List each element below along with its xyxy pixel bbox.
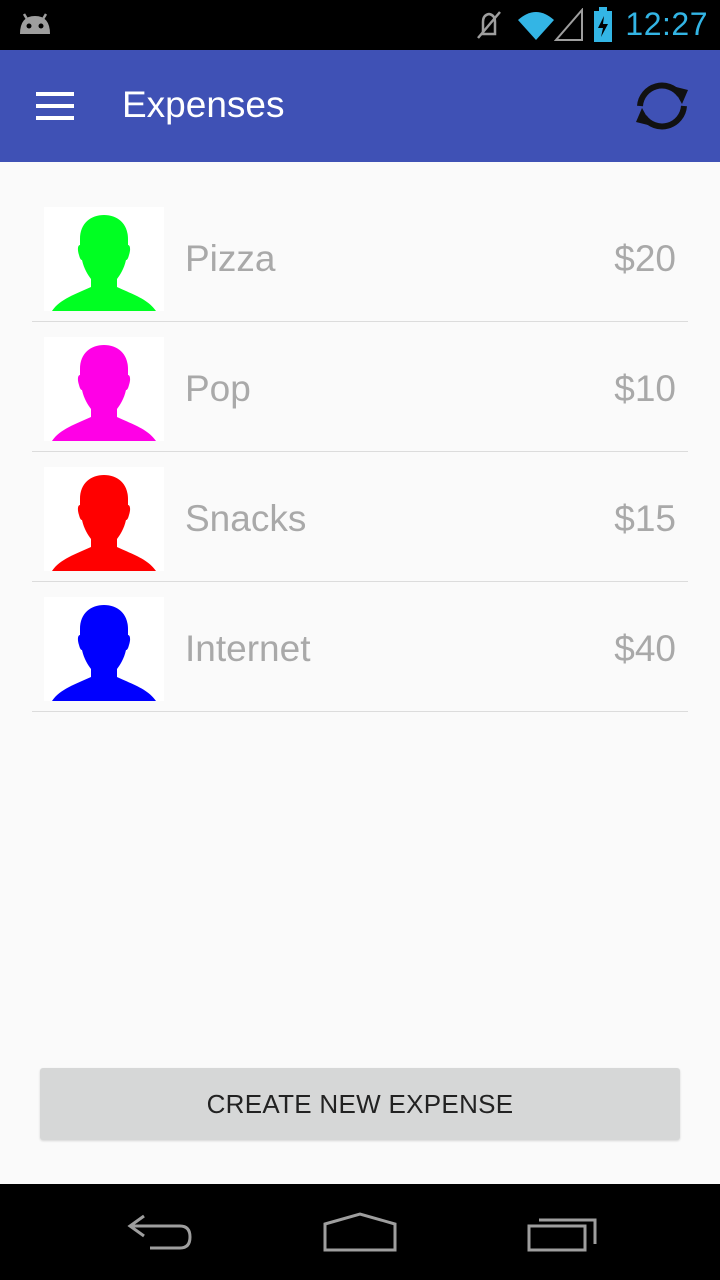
android-debug-icon [16, 10, 54, 43]
person-silhouette-icon [44, 597, 164, 701]
refresh-icon[interactable] [630, 78, 694, 139]
expense-amount: $15 [614, 498, 676, 539]
system-nav-bar [0, 1184, 720, 1280]
app-bar: Expenses [0, 50, 720, 162]
expense-amount: $10 [614, 368, 676, 409]
create-new-expense-button[interactable]: CREATE NEW EXPENSE [40, 1068, 680, 1140]
expense-name: Internet [185, 628, 311, 669]
person-silhouette-icon [44, 337, 164, 441]
wifi-icon [516, 8, 556, 47]
page-title: Expenses [122, 84, 285, 125]
mute-icon [474, 8, 504, 47]
home-icon[interactable] [322, 1210, 398, 1259]
expense-name: Snacks [185, 498, 307, 539]
expense-row-internet[interactable]: Internet $40 [32, 582, 688, 712]
expense-row-pop[interactable]: Pop $10 [32, 322, 688, 452]
expense-amount: $20 [614, 238, 676, 279]
expense-amount: $40 [614, 628, 676, 669]
expense-row-pizza[interactable]: Pizza $20 [32, 192, 688, 322]
status-clock: 12:27 [625, 6, 708, 42]
expense-row-snacks[interactable]: Snacks $15 [32, 452, 688, 582]
battery-charging-icon [592, 7, 614, 48]
expense-name: Pizza [185, 238, 276, 279]
back-icon[interactable] [124, 1210, 196, 1259]
expense-list: Pizza $20 Pop $10 Snacks $15 Internet $4… [32, 192, 688, 712]
person-silhouette-icon [44, 467, 164, 571]
person-silhouette-icon [44, 207, 164, 311]
hamburger-menu-icon[interactable] [36, 92, 76, 125]
expense-name: Pop [185, 368, 251, 409]
status-bar: 12:27 [0, 0, 720, 50]
signal-icon [553, 7, 584, 47]
screen: 12:27 Expenses Pizza $20 Pop $10 Snacks … [0, 0, 720, 1280]
recents-icon[interactable] [526, 1210, 598, 1259]
